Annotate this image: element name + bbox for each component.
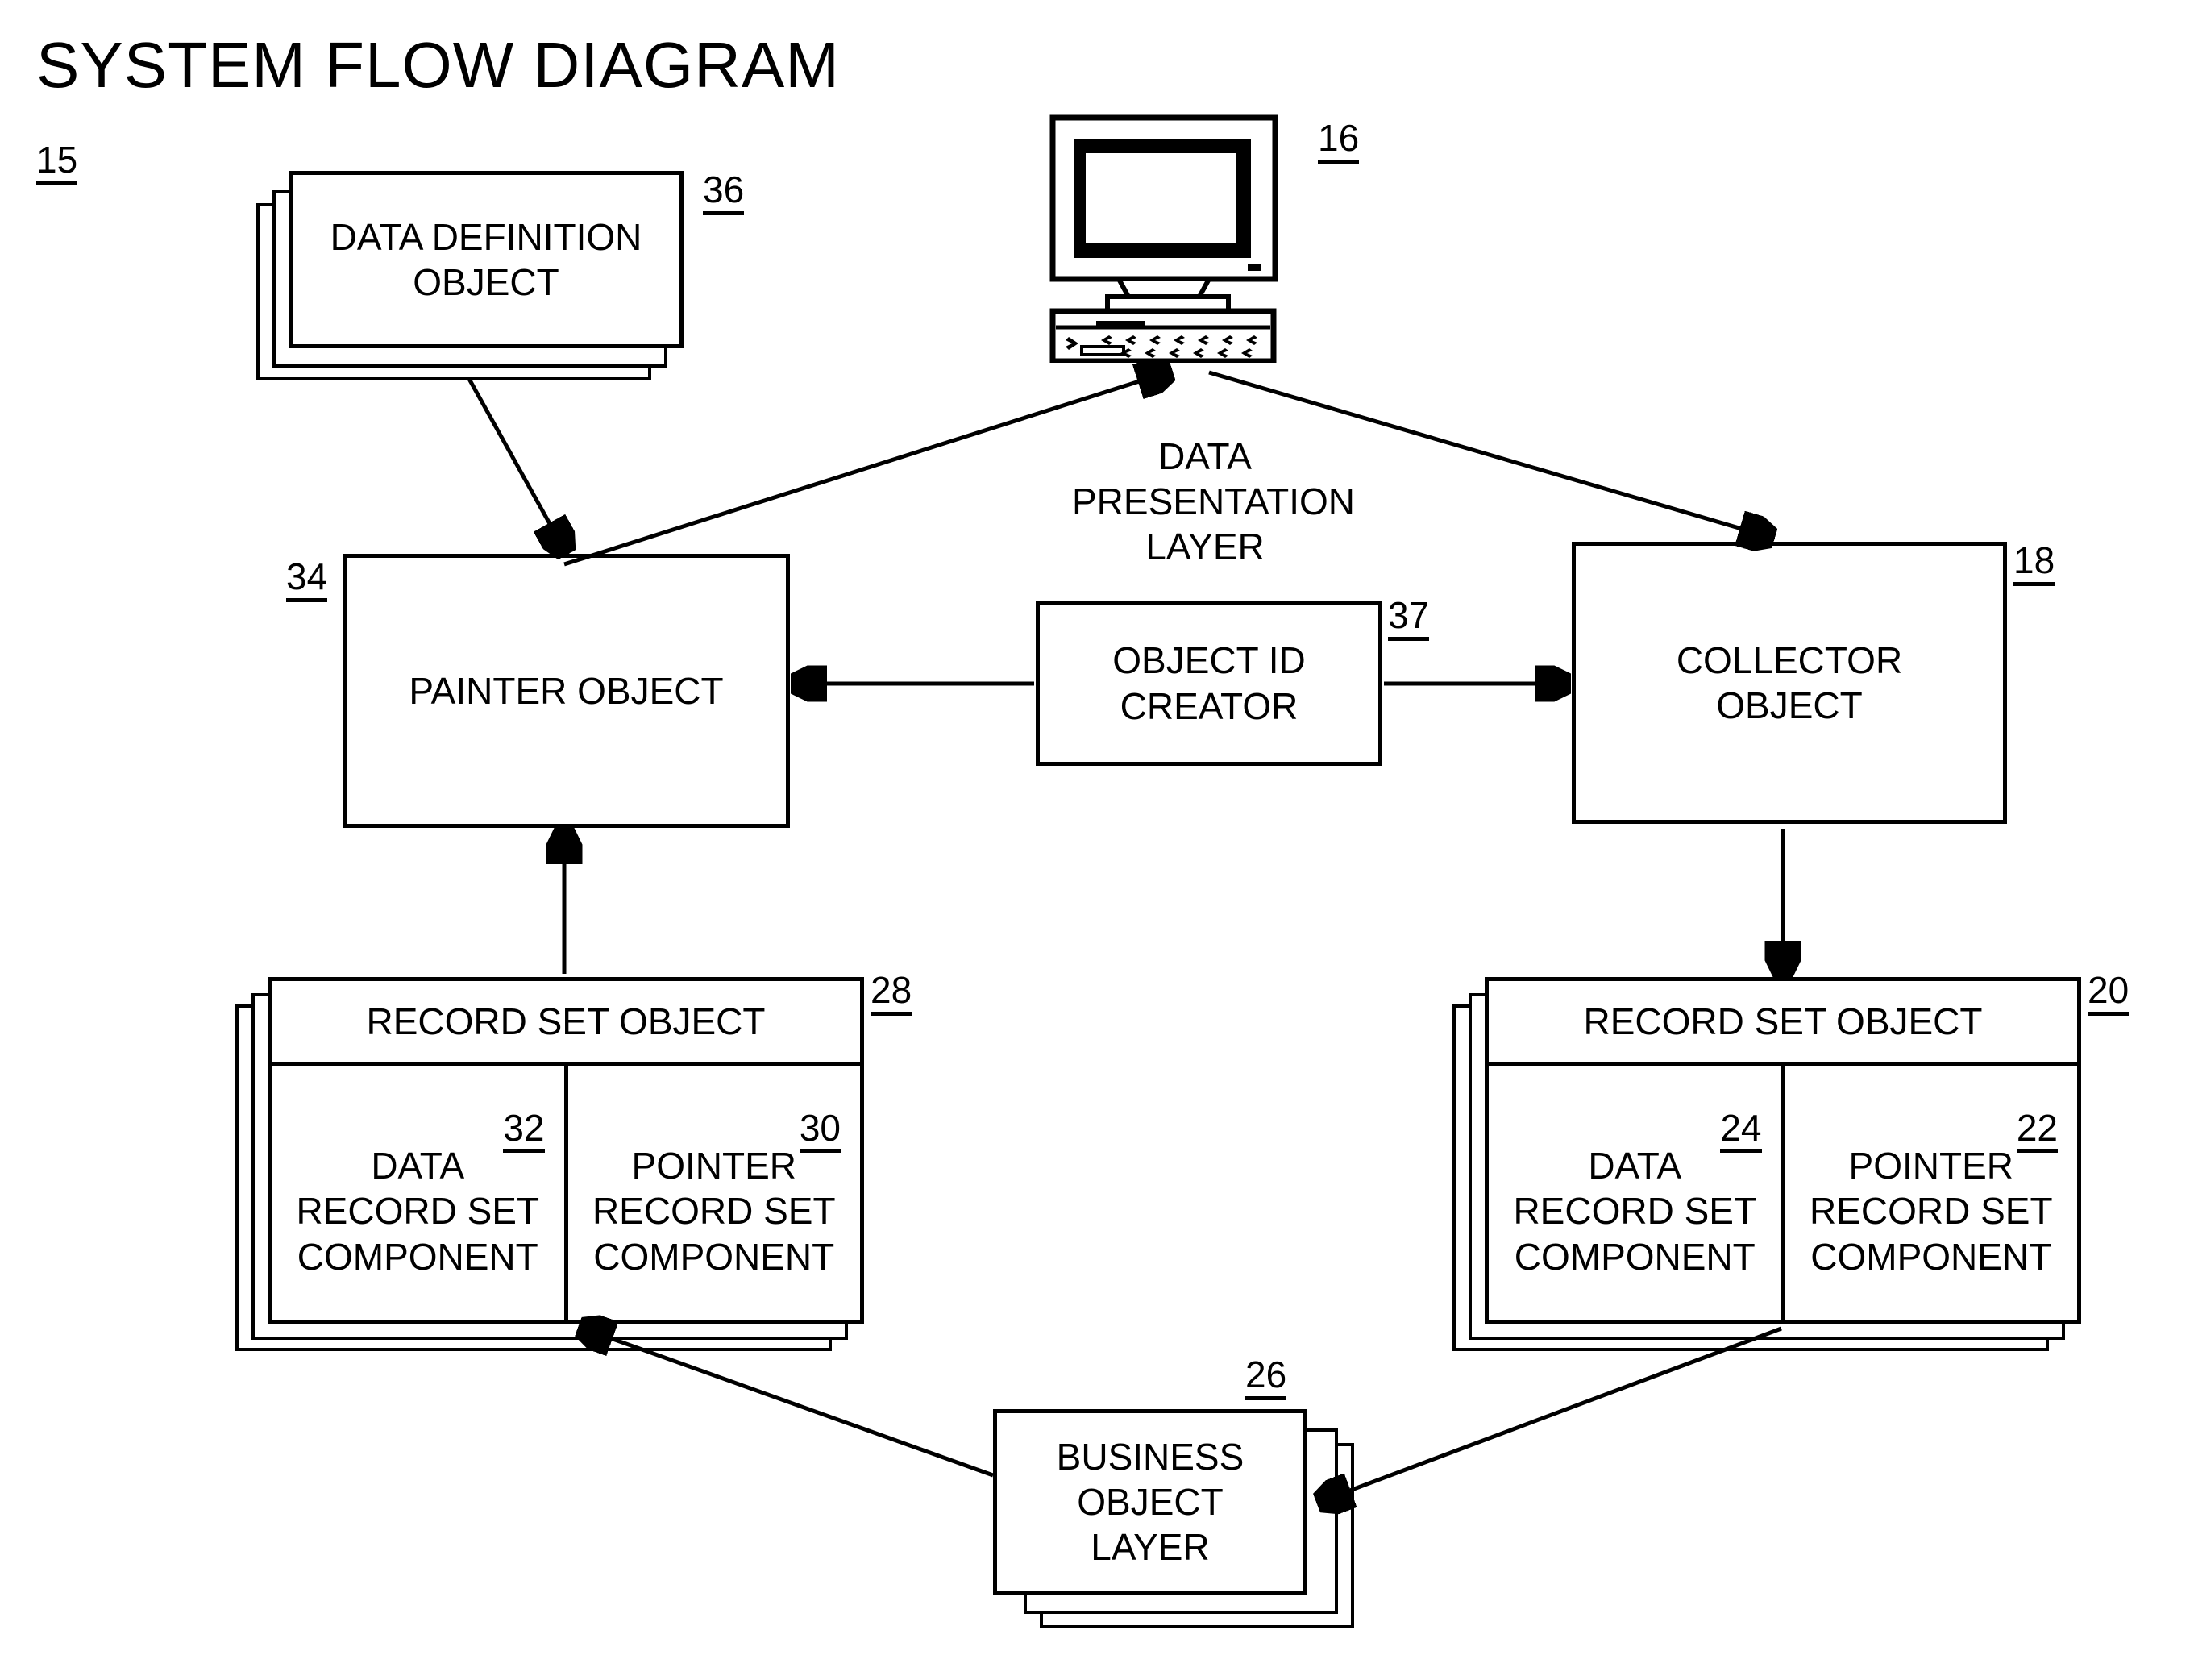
figure-canvas: SYSTEM FLOW DIAGRAM 15 DATA DEFINITION O… bbox=[0, 0, 2194, 1680]
pointer-record-set-component-left-label: POINTER RECORD SET COMPONENT bbox=[592, 1145, 836, 1278]
data-record-set-component-right[interactable]: 24 DATA RECORD SET COMPONENT bbox=[1489, 1066, 1781, 1320]
record-set-object-left-header: RECORD SET OBJECT bbox=[272, 981, 860, 1066]
record-set-object-left[interactable]: RECORD SET OBJECT 32 DATA RECORD SET COM… bbox=[268, 977, 864, 1324]
record-set-object-left-body: 32 DATA RECORD SET COMPONENT 30 POINTER … bbox=[272, 1066, 860, 1320]
ref-numeral-34: 34 bbox=[286, 558, 328, 602]
crt-monitor-icon bbox=[1048, 113, 1330, 364]
data-record-set-component-left[interactable]: 32 DATA RECORD SET COMPONENT bbox=[272, 1066, 564, 1320]
pointer-record-set-component-right-label: POINTER RECORD SET COMPONENT bbox=[1809, 1145, 2053, 1278]
ref-numeral-28: 28 bbox=[871, 971, 912, 1016]
ref-numeral-24: 24 bbox=[1720, 1072, 1762, 1153]
ref-numeral-figure: 15 bbox=[36, 141, 78, 185]
data-presentation-layer-label: DATA PRESENTATION LAYER bbox=[1072, 435, 1355, 568]
ref-numeral-32: 32 bbox=[503, 1072, 545, 1153]
ref-numeral-22: 22 bbox=[2016, 1072, 2058, 1153]
edge-record-set-right-to-business-object-layer bbox=[1322, 1326, 1782, 1501]
collector-object-label: COLLECTOR OBJECT bbox=[1676, 638, 1903, 726]
collector-object[interactable]: COLLECTOR OBJECT bbox=[1572, 542, 2007, 824]
record-set-object-right-header: RECORD SET OBJECT bbox=[1489, 981, 2077, 1066]
object-id-creator-label: OBJECT ID CREATOR bbox=[1112, 639, 1306, 727]
ref-numeral-20: 20 bbox=[2088, 971, 2130, 1016]
data-definition-object-label: DATA DEFINITION OBJECT bbox=[330, 215, 642, 303]
data-definition-object[interactable]: DATA DEFINITION OBJECT bbox=[289, 171, 684, 348]
ref-numeral-30: 30 bbox=[799, 1072, 841, 1153]
painter-object-label: PAINTER OBJECT bbox=[409, 669, 724, 712]
business-object-layer-label: BUSINESS OBJECT LAYER bbox=[1056, 1435, 1245, 1569]
business-object-layer[interactable]: BUSINESS OBJECT LAYER bbox=[993, 1409, 1307, 1595]
crt-monitor-svg bbox=[1049, 114, 1278, 364]
ref-numeral-36: 36 bbox=[703, 171, 745, 215]
object-id-creator[interactable]: OBJECT ID CREATOR bbox=[1036, 601, 1382, 766]
painter-object[interactable]: PAINTER OBJECT bbox=[343, 554, 790, 828]
record-set-object-right-body: 24 DATA RECORD SET COMPONENT 22 POINTER … bbox=[1489, 1066, 2077, 1320]
ref-numeral-37: 37 bbox=[1388, 597, 1430, 641]
edge-data-definition-to-painter bbox=[467, 377, 564, 550]
record-set-object-right[interactable]: RECORD SET OBJECT 24 DATA RECORD SET COM… bbox=[1485, 977, 2081, 1324]
data-record-set-component-right-label: DATA RECORD SET COMPONENT bbox=[1513, 1145, 1757, 1278]
ref-numeral-16: 16 bbox=[1318, 119, 1360, 164]
pointer-record-set-component-right[interactable]: 22 POINTER RECORD SET COMPONENT bbox=[1781, 1066, 2078, 1320]
ref-numeral-18: 18 bbox=[2013, 542, 2055, 586]
figure-title: SYSTEM FLOW DIAGRAM bbox=[36, 29, 840, 101]
data-record-set-component-left-label: DATA RECORD SET COMPONENT bbox=[296, 1145, 540, 1278]
ref-numeral-26: 26 bbox=[1245, 1356, 1287, 1400]
pointer-record-set-component-left[interactable]: 30 POINTER RECORD SET COMPONENT bbox=[563, 1066, 861, 1320]
